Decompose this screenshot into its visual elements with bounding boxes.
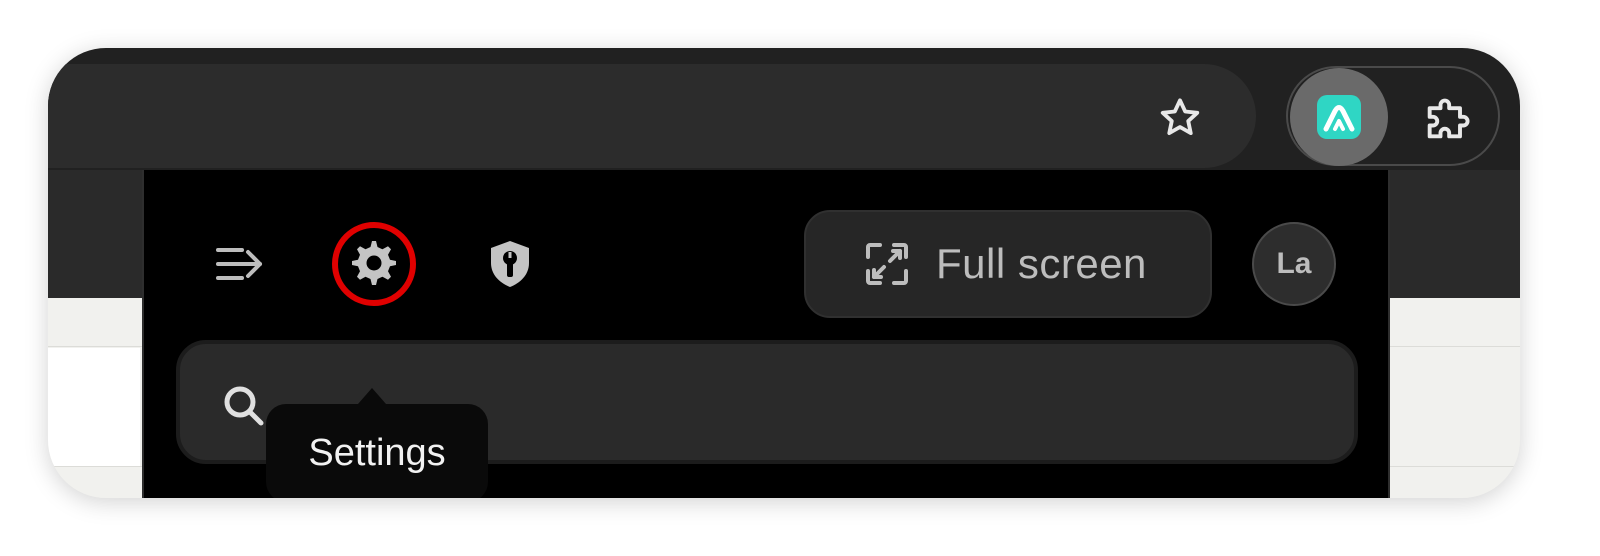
gear-icon [352,241,396,285]
puzzle-icon[interactable] [1420,92,1474,146]
page-cell [48,348,140,466]
extension-popup: Full screen La Settings [142,170,1390,498]
tooltip-arrow [358,388,386,404]
browser-toolbar [48,48,1520,170]
collapse-menu-icon[interactable] [210,234,270,294]
vpn-extension-icon [1317,95,1361,139]
bookmark-star-icon[interactable] [1156,94,1204,142]
vpn-extension-button[interactable] [1290,68,1388,166]
settings-tooltip: Settings [266,404,488,498]
settings-button[interactable] [344,234,404,294]
search-icon [224,386,264,426]
address-bar[interactable] [48,64,1256,168]
expand-icon [866,243,908,285]
avatar[interactable]: La [1252,222,1336,306]
browser-window: Full screen La Settings [48,48,1520,498]
full-screen-button[interactable]: Full screen [804,210,1212,318]
shield-wrench-icon[interactable] [480,234,540,294]
full-screen-label: Full screen [936,240,1147,287]
